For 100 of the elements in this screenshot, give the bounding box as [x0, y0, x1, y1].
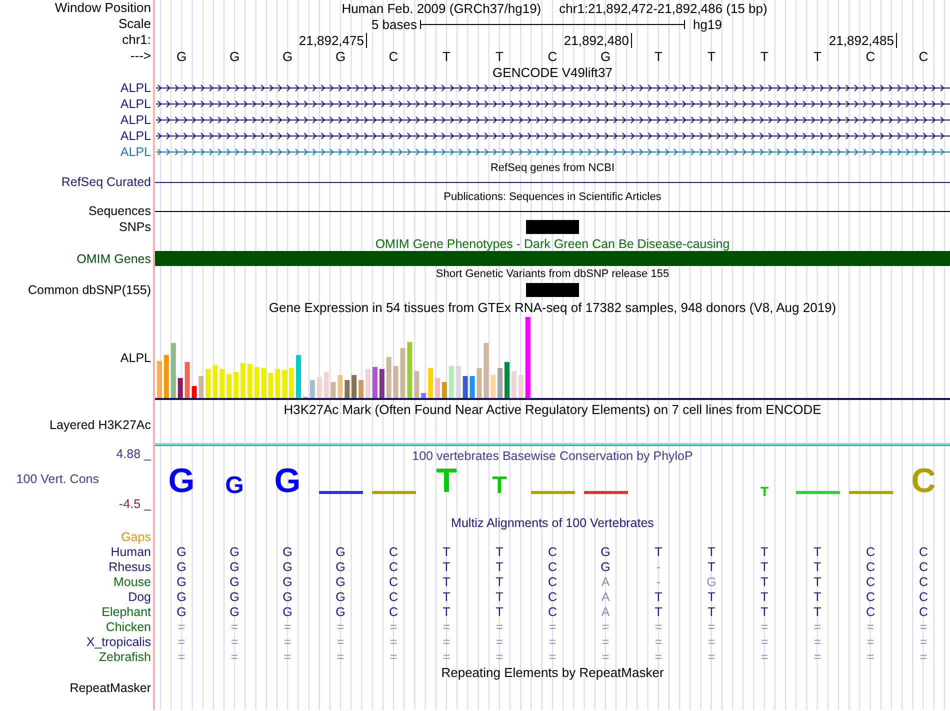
base-letter: G — [176, 48, 187, 64]
alignment-base: = — [442, 620, 450, 634]
alignment-base: = — [920, 650, 928, 664]
track-label: Layered H3K27Ac — [50, 418, 151, 432]
track-label: X_tropicalis — [86, 634, 151, 648]
track-label: Mouse — [113, 574, 151, 588]
alignment-base: = — [654, 620, 662, 634]
alignment-base: T — [708, 604, 716, 618]
alignment-base: T — [814, 544, 822, 558]
alignment-base: T — [760, 574, 768, 588]
base-letter: T — [760, 48, 768, 64]
alignment-base: = — [760, 650, 768, 664]
alignment-base: = — [442, 650, 450, 664]
track-title: 100 vertebrates Basewise Conservation by PhyloP — [412, 448, 693, 462]
alignment-base: T — [654, 604, 662, 618]
axis-min-label: -4.5 _ — [118, 497, 152, 511]
alignment-base: G — [282, 544, 292, 558]
alignment-base: G — [230, 574, 240, 588]
alignment-base: = — [548, 650, 556, 664]
alignment-base: C — [388, 544, 398, 558]
track-label: RepeatMasker — [70, 681, 151, 695]
alignment-base: = — [548, 634, 556, 648]
alignment-base: T — [760, 604, 768, 618]
alignment-base: - — [656, 574, 661, 588]
logo-letter: T — [760, 485, 768, 498]
alignment-base: = — [178, 620, 186, 634]
alignment-base: = — [336, 620, 344, 634]
alignment-base: = — [178, 634, 186, 648]
alignment-base: C — [388, 560, 398, 574]
alignment-base: G — [176, 560, 186, 574]
alignment-base: G — [176, 590, 186, 604]
alignment-base: G — [336, 544, 346, 558]
alignment-base: C — [918, 604, 928, 618]
alignment-base: = — [178, 650, 186, 664]
alignment-base: A — [601, 590, 610, 604]
alignment-base: = — [390, 634, 398, 648]
alignment-base: T — [442, 544, 450, 558]
alignment-base: = — [390, 620, 398, 634]
alignment-base: T — [760, 590, 768, 604]
alignment-base: T — [760, 544, 768, 558]
logo-letter: G — [274, 464, 301, 498]
track-label: Zebrafish — [98, 650, 151, 664]
alignment-base: = — [336, 650, 344, 664]
alignment-base: = — [284, 634, 292, 648]
alignment-base: C — [548, 560, 558, 574]
alignment-base: T — [708, 560, 716, 574]
alignment-base: T — [760, 560, 768, 574]
base-letter: C — [388, 48, 398, 64]
alignment-base: C — [866, 590, 876, 604]
alignment-base: = — [284, 650, 292, 664]
alignment-base: C — [866, 574, 876, 588]
alignment-base: C — [918, 574, 928, 588]
alignment-base: = — [602, 650, 610, 664]
alignment-base: = — [496, 620, 504, 634]
alignment-base: T — [708, 544, 716, 558]
alignment-base: = — [442, 634, 450, 648]
track-title: Repeating Elements by RepeatMasker — [441, 664, 664, 680]
alignment-base: A — [601, 604, 610, 618]
track-label: Sequences — [88, 204, 151, 218]
track-label: ALPL — [120, 113, 151, 127]
base-letter: T — [708, 48, 716, 64]
alignment-base: T — [496, 604, 504, 618]
position-tick: 21,892,485 — [828, 32, 897, 48]
alignment-base: T — [442, 574, 450, 588]
position-text: chr1:21,892,472-21,892,486 (15 bp) — [559, 0, 768, 16]
axis-max-label: 4.88 _ — [115, 447, 152, 461]
alignment-base: = — [708, 650, 716, 664]
track-label: Human — [110, 544, 151, 558]
alignment-base: C — [866, 544, 876, 558]
alignment-base: = — [920, 620, 928, 634]
base-letter: G — [282, 48, 293, 64]
alignment-base: C — [866, 604, 876, 618]
position-tick: 21,892,475 — [298, 32, 367, 48]
track-label: ALPL — [120, 129, 151, 143]
alignment-base: C — [548, 544, 558, 558]
alignment-base: T — [708, 590, 716, 604]
alignment-base: = — [760, 634, 768, 648]
alignment-base: G — [230, 590, 240, 604]
alignment-base: T — [496, 574, 504, 588]
logo-letter: G — [168, 464, 195, 498]
base-letter: G — [600, 48, 611, 64]
track-title: Multiz Alignments of 100 Vertebrates — [451, 516, 654, 530]
alignment-base: = — [602, 634, 610, 648]
alignment-base: G — [176, 544, 186, 558]
track-label: Rhesus — [108, 560, 151, 574]
alignment-base: G — [336, 560, 346, 574]
alignment-base: T — [814, 604, 822, 618]
track-label: ALPL — [120, 81, 151, 95]
alignment-base: G — [282, 604, 292, 618]
track-label: 100 Vert. Cons — [15, 472, 100, 486]
alignment-base: G — [230, 544, 240, 558]
alignment-base: T — [814, 574, 822, 588]
alignment-base: G — [706, 574, 716, 588]
track-label: Chicken — [106, 620, 151, 634]
logo-letter: T — [436, 464, 457, 498]
alignment-base: G — [282, 574, 292, 588]
chromosome-label: chr1: — [122, 33, 151, 47]
track-label: ALPL — [120, 97, 151, 111]
alignment-base: C — [388, 590, 398, 604]
track-title: RefSeq genes from NCBI — [490, 162, 615, 174]
